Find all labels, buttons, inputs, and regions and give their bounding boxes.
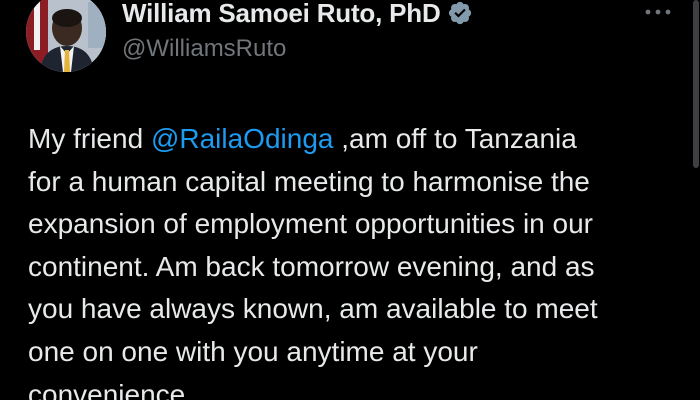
tweet-line: continent. Am back tomorrow evening, and… <box>28 250 595 282</box>
tweet-line: convenience. <box>28 378 194 400</box>
tweet-line: My friend @RailaOdinga ,am off to Tanzan… <box>28 118 678 161</box>
tweet-card: William Samoei Ruto, PhD @WilliamsRuto M… <box>0 0 700 400</box>
scrollbar[interactable] <box>692 0 700 400</box>
tweet-line: expansion of employment opportunities in… <box>28 208 594 240</box>
author-name-row[interactable]: William Samoei Ruto, PhD <box>122 0 473 28</box>
author-handle[interactable]: @WilliamsRuto <box>122 34 286 64</box>
tweet-text-prefix: My friend <box>28 123 151 154</box>
tweet-text: My friend @RailaOdinga ,am off to Tanzan… <box>28 118 678 400</box>
avatar[interactable] <box>26 0 106 72</box>
mention-link[interactable]: @RailaOdinga <box>151 123 334 154</box>
profile-photo <box>26 0 106 72</box>
tweet-line: you have always known, am available to m… <box>28 293 598 325</box>
tweet-line: one on one with you anytime at your <box>28 335 478 367</box>
verified-badge-icon <box>447 0 473 26</box>
tweet-text-suffix: ,am off to Tanzania <box>333 123 577 154</box>
more-options-icon[interactable] <box>638 0 678 24</box>
tweet-line: for a human capital meeting to harmonise… <box>28 165 590 197</box>
author-display-name[interactable]: William Samoei Ruto, PhD <box>122 0 441 28</box>
scrollbar-thumb[interactable] <box>693 0 699 168</box>
